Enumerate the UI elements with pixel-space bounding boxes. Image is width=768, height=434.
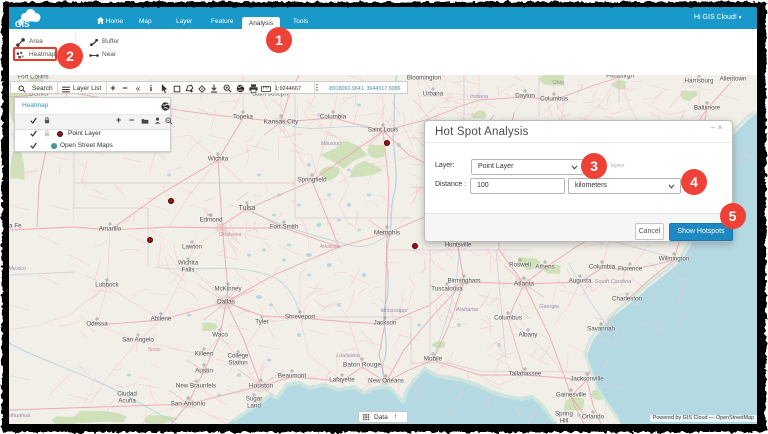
svg-text:GIS: GIS [15,19,30,29]
